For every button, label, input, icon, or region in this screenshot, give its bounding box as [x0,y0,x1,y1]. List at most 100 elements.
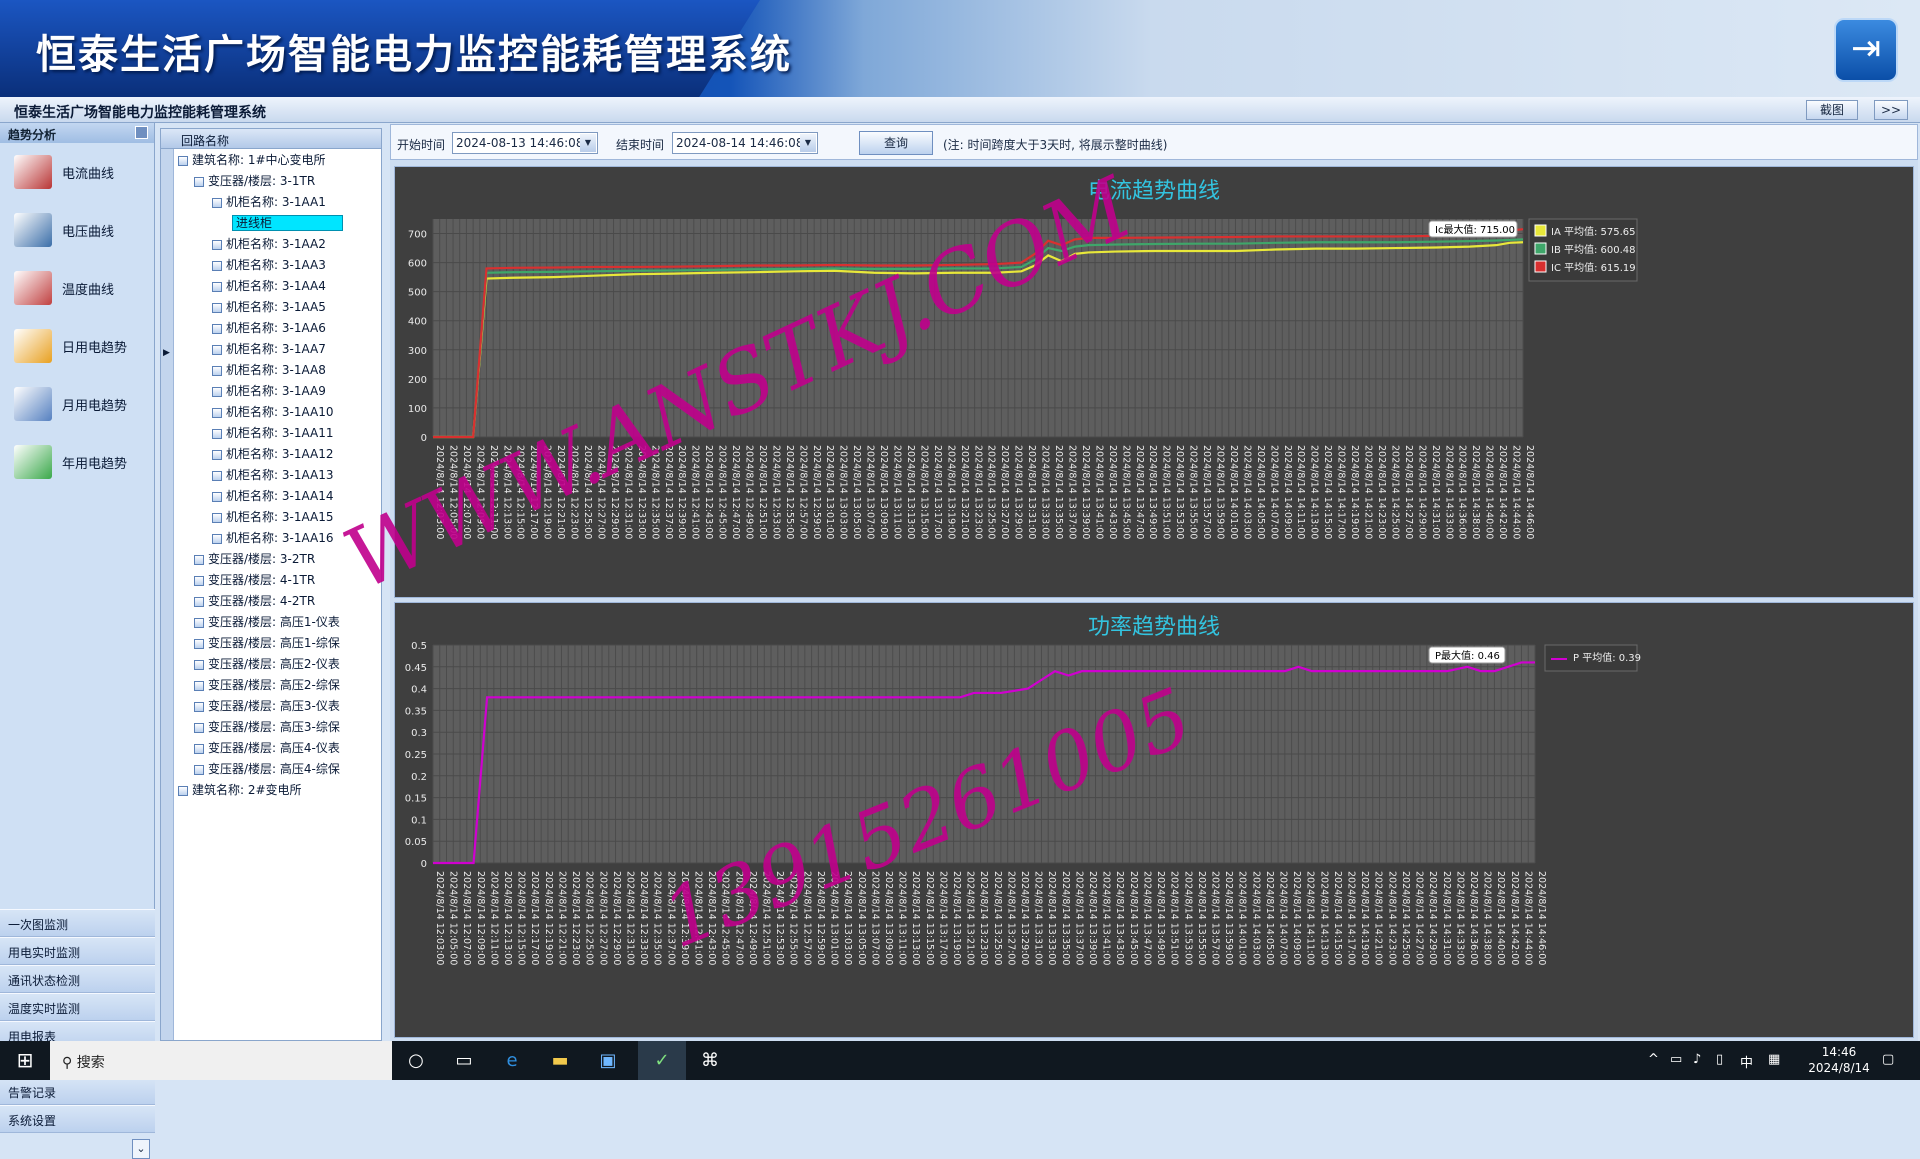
tree-node[interactable]: 变压器/楼层: 3-1TR [174,171,381,192]
menu-item[interactable]: 系统设置 [0,1105,155,1133]
tree-node[interactable]: 机柜名称: 3-1AA6 [174,318,381,339]
tree-expander-icon[interactable] [194,743,204,754]
tree-expander-icon[interactable] [212,260,222,271]
notification-icon[interactable]: ▢ [1882,1052,1894,1067]
tree-expander-icon[interactable] [194,638,204,649]
store-icon[interactable]: ▣ [584,1041,632,1080]
keyboard-layout-icon[interactable]: ▦ [1768,1052,1780,1067]
tree-node[interactable]: 变压器/楼层: 高压3-综保 [174,717,381,738]
query-button[interactable]: 查询 [859,131,933,155]
cortana-icon[interactable]: ○ [392,1041,440,1080]
menu-item[interactable]: 用电实时监测 [0,937,155,965]
tree-node[interactable]: 机柜名称: 3-1AA4 [174,276,381,297]
trend-item[interactable]: 电流曲线 [0,143,154,201]
tree-node[interactable]: 机柜名称: 3-1AA12 [174,444,381,465]
ime-indicator[interactable]: 中 [1740,1052,1753,1071]
tree-node[interactable]: 建筑名称: 1#中心变电所 [174,150,381,171]
menu-item[interactable]: 一次图监测 [0,909,155,937]
dropdown-arrow-icon[interactable]: ▼ [580,134,596,152]
tree-node[interactable]: 机柜名称: 3-1AA13 [174,465,381,486]
tree-expander-icon[interactable] [194,554,204,565]
tree-expander-icon[interactable] [212,407,222,418]
system-clock[interactable]: 14:46 2024/8/14 [1804,1044,1874,1076]
tree-expander-icon[interactable] [212,323,222,334]
tree-node[interactable]: 建筑名称: 2#变电所 [174,780,381,801]
taskbar-search[interactable]: ⚲ 搜索 [50,1041,392,1080]
tree-node[interactable]: 变压器/楼层: 高压2-综保 [174,675,381,696]
tree-node[interactable]: 变压器/楼层: 高压1-仪表 [174,612,381,633]
trend-item[interactable]: 日用电趋势 [0,317,154,375]
tree-node[interactable]: 变压器/楼层: 高压4-综保 [174,759,381,780]
menu-item[interactable]: 通讯状态检测 [0,965,155,993]
tree-expander-icon[interactable] [178,785,188,796]
tree-node[interactable]: 机柜名称: 3-1AA3 [174,255,381,276]
tree-node[interactable]: 机柜名称: 3-1AA11 [174,423,381,444]
tree-expander-icon[interactable] [212,365,222,376]
tree-node[interactable]: 变压器/楼层: 4-2TR [174,591,381,612]
menu-item[interactable]: 温度实时监测 [0,993,155,1021]
trend-item[interactable]: 温度曲线 [0,259,154,317]
tree-node[interactable]: 机柜名称: 3-1AA14 [174,486,381,507]
trend-item[interactable]: 月用电趋势 [0,375,154,433]
menu-item[interactable]: 告警记录 [0,1077,155,1105]
tree-node[interactable]: 机柜名称: 3-1AA1 [174,192,381,213]
tree-node[interactable]: 变压器/楼层: 高压1-综保 [174,633,381,654]
tree-node[interactable]: 机柜名称: 3-1AA8 [174,360,381,381]
tree-expander-icon[interactable] [194,701,204,712]
tree-expander-icon[interactable] [212,302,222,313]
volume-icon[interactable]: ♪ [1693,1052,1701,1067]
task-view-icon[interactable]: ▭ [440,1041,488,1080]
tree-expander-icon[interactable] [194,176,204,187]
tree-expander-icon[interactable] [212,386,222,397]
trend-item[interactable]: 年用电趋势 [0,433,154,491]
tree-expander-icon[interactable] [194,575,204,586]
tree-expander-icon[interactable] [194,764,204,775]
tree-expander-icon[interactable] [212,470,222,481]
network-icon[interactable]: ▭ [1670,1052,1682,1067]
collapse-icon[interactable] [135,126,148,139]
tree-node[interactable]: 变压器/楼层: 4-1TR [174,570,381,591]
tree-expander-icon[interactable] [212,491,222,502]
tree-expander-icon[interactable] [194,617,204,628]
dropdown-arrow-icon[interactable]: ▼ [800,134,816,152]
tree-expander-icon[interactable] [212,281,222,292]
tree-node[interactable]: 变压器/楼层: 高压3-仪表 [174,696,381,717]
battery-icon[interactable]: ▯ [1716,1052,1723,1067]
tree-expander-icon[interactable] [212,533,222,544]
tree-expander-icon[interactable] [178,155,188,166]
tree-node[interactable]: 机柜名称: 3-1AA10 [174,402,381,423]
tree-node[interactable]: 机柜名称: 3-1AA7 [174,339,381,360]
tree-expander-icon[interactable] [212,344,222,355]
tree-expander-icon[interactable] [212,239,222,250]
tree-node[interactable]: 机柜名称: 3-1AA15 [174,507,381,528]
tree-expander-icon[interactable] [212,512,222,523]
tree-node[interactable]: 变压器/楼层: 高压4-仪表 [174,738,381,759]
expand-button[interactable]: >> [1874,100,1908,120]
tree-node[interactable]: 变压器/楼层: 高压2-仪表 [174,654,381,675]
file-explorer-icon[interactable]: ▬ [536,1041,584,1080]
tree-expander-icon[interactable] [194,596,204,607]
tree-expander-icon[interactable] [194,722,204,733]
app-icon[interactable]: ⌘ [686,1041,734,1080]
tree-expander-icon[interactable] [212,197,222,208]
tray-chevron-icon[interactable]: ^ [1648,1052,1659,1067]
windows-start-icon[interactable]: ⊞ [0,1041,50,1080]
trend-item[interactable]: 电压曲线 [0,201,154,259]
tree-node[interactable]: 进线柜 [174,213,381,234]
tree-expander-icon[interactable] [212,449,222,460]
screenshot-button[interactable]: 截图 [1806,100,1858,120]
menu-scroll-down-icon[interactable]: ⌄ [132,1139,150,1159]
tree-expander-icon[interactable] [212,428,222,439]
end-time-picker[interactable]: 2024-08-14 14:46:08 ▼ [672,132,818,154]
monitoring-app-icon[interactable]: ✓ [638,1041,686,1080]
edge-browser-icon[interactable]: e [488,1041,536,1080]
tree-node[interactable]: 变压器/楼层: 3-2TR [174,549,381,570]
exit-button[interactable]: ⇥ [1834,18,1898,82]
tree-node[interactable]: 机柜名称: 3-1AA16 [174,528,381,549]
tree-node[interactable]: 机柜名称: 3-1AA5 [174,297,381,318]
tree-node[interactable]: 机柜名称: 3-1AA9 [174,381,381,402]
start-time-picker[interactable]: 2024-08-13 14:46:08 ▼ [452,132,598,154]
tree-expander-icon[interactable] [194,680,204,691]
tree-expander-icon[interactable] [194,659,204,670]
tree-node[interactable]: 机柜名称: 3-1AA2 [174,234,381,255]
